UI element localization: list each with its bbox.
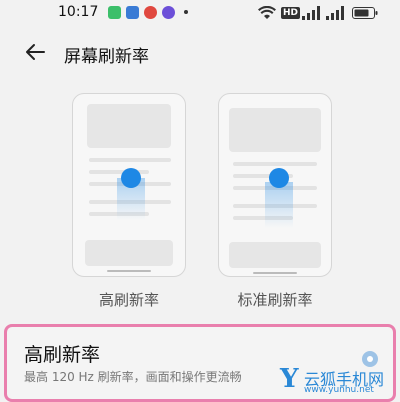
preview-label-standard: 标准刷新率	[237, 291, 313, 309]
phone-mockup	[218, 93, 332, 277]
motion-trail	[265, 182, 293, 228]
battery-icon	[352, 7, 378, 19]
signal-icon-1	[302, 6, 320, 20]
home-indicator	[107, 270, 151, 272]
watermark-y-mark: Y	[280, 364, 299, 394]
motion-ball	[269, 168, 289, 188]
phone-mockup	[72, 93, 186, 277]
mock-image-block	[229, 108, 321, 152]
preview-label-high: 高刷新率	[98, 291, 159, 309]
mock-bottom-block	[85, 240, 173, 266]
watermark-url: www.yunhu.net	[304, 385, 374, 395]
status-time: 10:17	[58, 4, 99, 20]
page-title: 屏幕刷新率	[64, 47, 149, 67]
more-notifications-icon	[184, 10, 188, 14]
wifi-icon	[258, 6, 276, 19]
wechat-icon	[108, 6, 121, 19]
page-header: 屏幕刷新率	[0, 36, 400, 70]
mock-text-line	[89, 158, 171, 162]
option-subtitle: 最高 120 Hz 刷新率，画面和操作更流畅	[24, 370, 242, 384]
preview-standard-refresh[interactable]	[218, 93, 332, 277]
mock-text-line	[233, 162, 317, 166]
app-icon-blue	[126, 6, 139, 19]
mock-bottom-block	[229, 242, 321, 268]
app-icon-purple	[162, 6, 175, 19]
mock-image-block	[87, 104, 171, 148]
radio-selected-icon[interactable]	[362, 351, 378, 367]
signal-icon-2	[326, 6, 344, 20]
weibo-icon	[144, 6, 157, 19]
hd-badge: HD	[281, 7, 301, 19]
status-bar: 10:17 HD	[0, 0, 400, 26]
arrow-left-icon[interactable]	[22, 39, 48, 65]
preview-high-refresh[interactable]	[72, 93, 186, 277]
motion-ball	[121, 168, 141, 188]
home-indicator	[253, 272, 297, 274]
option-title: 高刷新率	[24, 344, 101, 366]
